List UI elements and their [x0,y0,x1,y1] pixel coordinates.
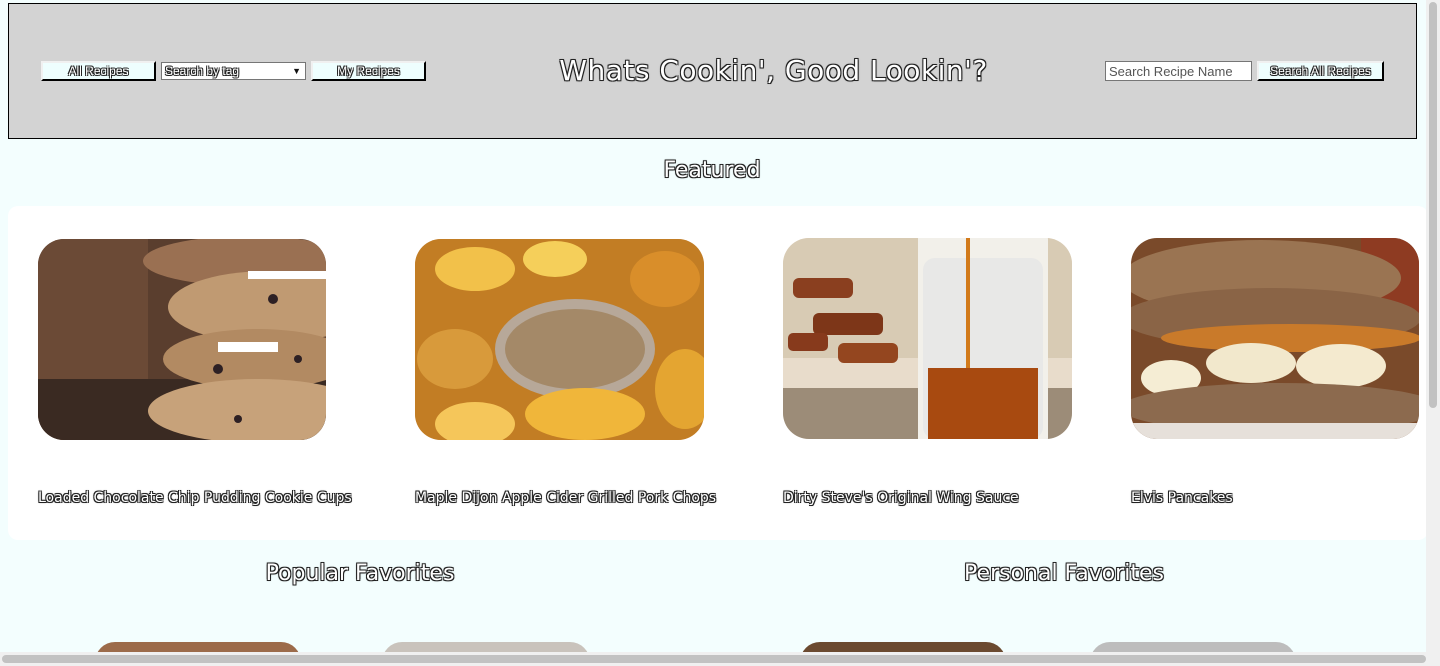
popular-favorites-heading: Popular Favorites [265,561,455,586]
recipe-image[interactable] [783,238,1072,439]
recipe-name[interactable]: Elvis Pancakes [1131,490,1233,506]
featured-heading: Featured [663,158,761,183]
horizontal-scrollbar[interactable] [0,652,1440,666]
recipe-name[interactable]: Loaded Chocolate Chip Pudding Cookie Cup… [38,490,352,506]
search-all-recipes-button[interactable]: Search All Recipes [1257,61,1384,81]
recipe-image[interactable] [38,239,326,440]
all-recipes-button[interactable]: All Recipes [41,61,156,81]
recipe-image[interactable] [415,239,704,440]
tag-select-value: Search by tag [165,64,240,78]
scrollbar-thumb[interactable] [2,655,1426,663]
chevron-down-icon: ▼ [292,66,301,76]
personal-favorites-heading: Personal Favorites [964,561,1164,586]
search-input[interactable]: Search Recipe Name [1105,61,1252,81]
recipe-name[interactable]: Maple Dijon Apple Cider Grilled Pork Cho… [415,490,716,506]
recipe-name[interactable]: Dirty Steve's Original Wing Sauce [783,490,1019,506]
scrollbar-thumb[interactable] [1429,2,1437,408]
tag-select[interactable]: Search by tag ▼ [161,62,306,80]
site-title: Whats Cookin', Good Lookin'? [559,54,988,87]
site-header: All Recipes Search by tag ▼ My Recipes W… [8,3,1417,139]
my-recipes-button[interactable]: My Recipes [311,61,426,81]
vertical-scrollbar[interactable] [1426,0,1440,652]
recipe-image[interactable] [1131,238,1419,439]
